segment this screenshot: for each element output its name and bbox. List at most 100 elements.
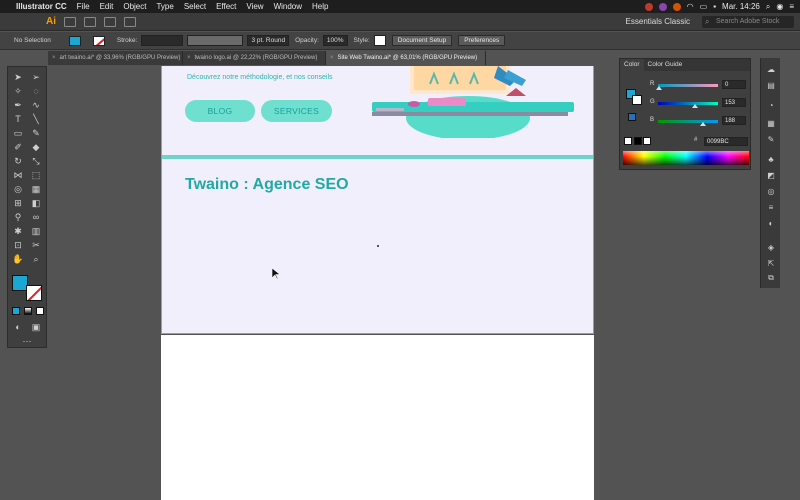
- close-icon[interactable]: ×: [330, 55, 334, 61]
- red-value-field[interactable]: 0: [722, 80, 746, 89]
- opacity-field[interactable]: 100%: [322, 35, 348, 46]
- selection-tool-icon[interactable]: ➤: [12, 71, 24, 83]
- services-button[interactable]: SERVICES: [261, 100, 332, 122]
- stroke-weight-field[interactable]: [141, 35, 184, 46]
- direct-selection-tool-icon[interactable]: ➢: [30, 71, 42, 83]
- menu-app-name[interactable]: Illustrator CC: [11, 2, 72, 11]
- tab-twaino-logo[interactable]: × twaino logo.ai @ 22,22% (RGB/GPU Previe…: [183, 51, 326, 65]
- curvature-tool-icon[interactable]: ∿: [30, 99, 42, 111]
- clock[interactable]: Mar. 14:26: [722, 2, 760, 11]
- style-label[interactable]: Style:: [354, 37, 370, 44]
- blue-thumb[interactable]: [700, 122, 706, 126]
- menu-object[interactable]: Object: [118, 2, 151, 11]
- layers-icon[interactable]: ◈: [765, 242, 777, 253]
- anchor-point[interactable]: [377, 245, 379, 247]
- blue-value-field[interactable]: 188: [722, 116, 746, 125]
- slice-tool-icon[interactable]: ✂: [30, 239, 42, 251]
- gradient-mode-icon[interactable]: [24, 307, 32, 315]
- siri-icon[interactable]: ◉: [776, 2, 783, 11]
- tab-color[interactable]: Color: [620, 59, 644, 71]
- wifi-icon[interactable]: ◠: [687, 2, 694, 11]
- list-icon[interactable]: ≡: [789, 2, 794, 11]
- color-guide-icon[interactable]: ◔: [765, 100, 777, 111]
- magic-wand-icon[interactable]: ✧: [12, 85, 24, 97]
- stock-icon[interactable]: [84, 16, 96, 27]
- mesh-tool-icon[interactable]: ⊞: [12, 197, 24, 209]
- menu-window[interactable]: Window: [269, 2, 307, 11]
- screen-mode-icon[interactable]: ▣: [30, 321, 42, 333]
- shape-builder-icon[interactable]: ◎: [12, 183, 24, 195]
- export-icon[interactable]: ⇱: [765, 258, 777, 269]
- paintbrush-icon[interactable]: ✎: [30, 127, 42, 139]
- hex-value-field[interactable]: 0099BC: [704, 137, 748, 146]
- stroke-color-swatch[interactable]: [26, 285, 42, 301]
- artboard[interactable]: Découvrez notre méthodologie, et nos con…: [161, 66, 594, 334]
- symbols-icon[interactable]: ♣: [765, 154, 777, 165]
- none-mode-icon[interactable]: [36, 307, 44, 315]
- shaper-tool-icon[interactable]: ✐: [12, 141, 24, 153]
- menu-effect[interactable]: Effect: [211, 2, 241, 11]
- document-setup-button[interactable]: Document Setup: [391, 35, 453, 46]
- close-icon[interactable]: ×: [187, 55, 191, 61]
- gpu-performance-icon[interactable]: [124, 16, 136, 27]
- none-swatch-icon[interactable]: [624, 137, 632, 145]
- white-swatch[interactable]: [643, 137, 651, 145]
- draw-mode-icon[interactable]: ◐: [12, 321, 24, 333]
- blog-button[interactable]: BLOG: [185, 100, 255, 122]
- rectangle-tool-icon[interactable]: ▭: [12, 127, 24, 139]
- menu-help[interactable]: Help: [307, 2, 333, 11]
- variable-width-profile[interactable]: [187, 35, 244, 46]
- close-icon[interactable]: ×: [52, 55, 56, 61]
- green-value-field[interactable]: 153: [722, 98, 746, 107]
- tab-site-web-twaino[interactable]: × Site Web Twaino.ai* @ 63,01% (RGB/GPU P…: [326, 51, 486, 65]
- artboard-tool-icon[interactable]: ⊡: [12, 239, 24, 251]
- zoom-tool-icon[interactable]: ⌕: [30, 253, 42, 265]
- stroke-label[interactable]: Stroke:: [117, 37, 138, 44]
- spotlight-icon[interactable]: ⌕: [766, 2, 770, 12]
- properties-icon[interactable]: ▤: [765, 80, 777, 91]
- lasso-icon[interactable]: ◌: [30, 85, 42, 97]
- workspace-switcher[interactable]: Essentials Classic: [626, 17, 690, 26]
- battery-icon[interactable]: ▭: [700, 2, 708, 11]
- red-slider[interactable]: R 0: [650, 80, 748, 91]
- graphic-styles-icon[interactable]: ◩: [765, 170, 777, 181]
- preferences-button[interactable]: Preferences: [458, 35, 506, 46]
- eyedropper-icon[interactable]: ⚲: [12, 211, 24, 223]
- stroke-swatch[interactable]: [92, 35, 105, 46]
- menu-select[interactable]: Select: [179, 2, 211, 11]
- perspective-grid-icon[interactable]: ▦: [30, 183, 42, 195]
- edit-toolbar-icon[interactable]: ⋯: [21, 335, 33, 347]
- scale-tool-icon[interactable]: ⤡: [30, 155, 42, 167]
- symbol-sprayer-icon[interactable]: ✱: [12, 225, 24, 237]
- page-headline[interactable]: Twaino : Agence SEO: [185, 176, 349, 194]
- opacity-label[interactable]: Opacity:: [295, 37, 319, 44]
- tab-color-guide[interactable]: Color Guide: [644, 59, 687, 71]
- menu-view[interactable]: View: [241, 2, 268, 11]
- menu-type[interactable]: Type: [151, 2, 178, 11]
- black-swatch[interactable]: [634, 137, 642, 145]
- eraser-icon[interactable]: ◆: [30, 141, 42, 153]
- stock-search-input[interactable]: Search Adobe Stock: [702, 15, 794, 28]
- bridge-icon[interactable]: [64, 16, 76, 27]
- type-tool-icon[interactable]: T: [12, 113, 24, 125]
- graphic-style-swatch[interactable]: [373, 35, 386, 46]
- menu-edit[interactable]: Edit: [95, 2, 119, 11]
- panel-stroke-swatch[interactable]: [632, 95, 642, 105]
- stroke-icon[interactable]: ≡: [765, 202, 777, 213]
- free-transform-icon[interactable]: ⬚: [30, 169, 42, 181]
- creative-cloud-icon[interactable]: [644, 2, 653, 11]
- line-tool-icon[interactable]: ╲: [30, 113, 42, 125]
- gradient-tool-icon[interactable]: ◧: [30, 197, 42, 209]
- brush-definition[interactable]: 3 pt. Round: [247, 35, 290, 46]
- menu-file[interactable]: File: [72, 2, 95, 11]
- cc-libraries-icon[interactable]: ☁: [765, 64, 777, 75]
- rotate-tool-icon[interactable]: ↻: [12, 155, 24, 167]
- status-icon-2[interactable]: [672, 2, 681, 11]
- pen-tool-icon[interactable]: ✒: [12, 99, 24, 111]
- blue-slider[interactable]: B 188: [650, 116, 748, 127]
- flag-icon[interactable]: ▪: [713, 2, 716, 11]
- green-slider[interactable]: G 153: [650, 98, 748, 109]
- hand-tool-icon[interactable]: ✋: [12, 253, 24, 265]
- color-spectrum[interactable]: [623, 151, 749, 165]
- fill-swatch[interactable]: [68, 35, 81, 46]
